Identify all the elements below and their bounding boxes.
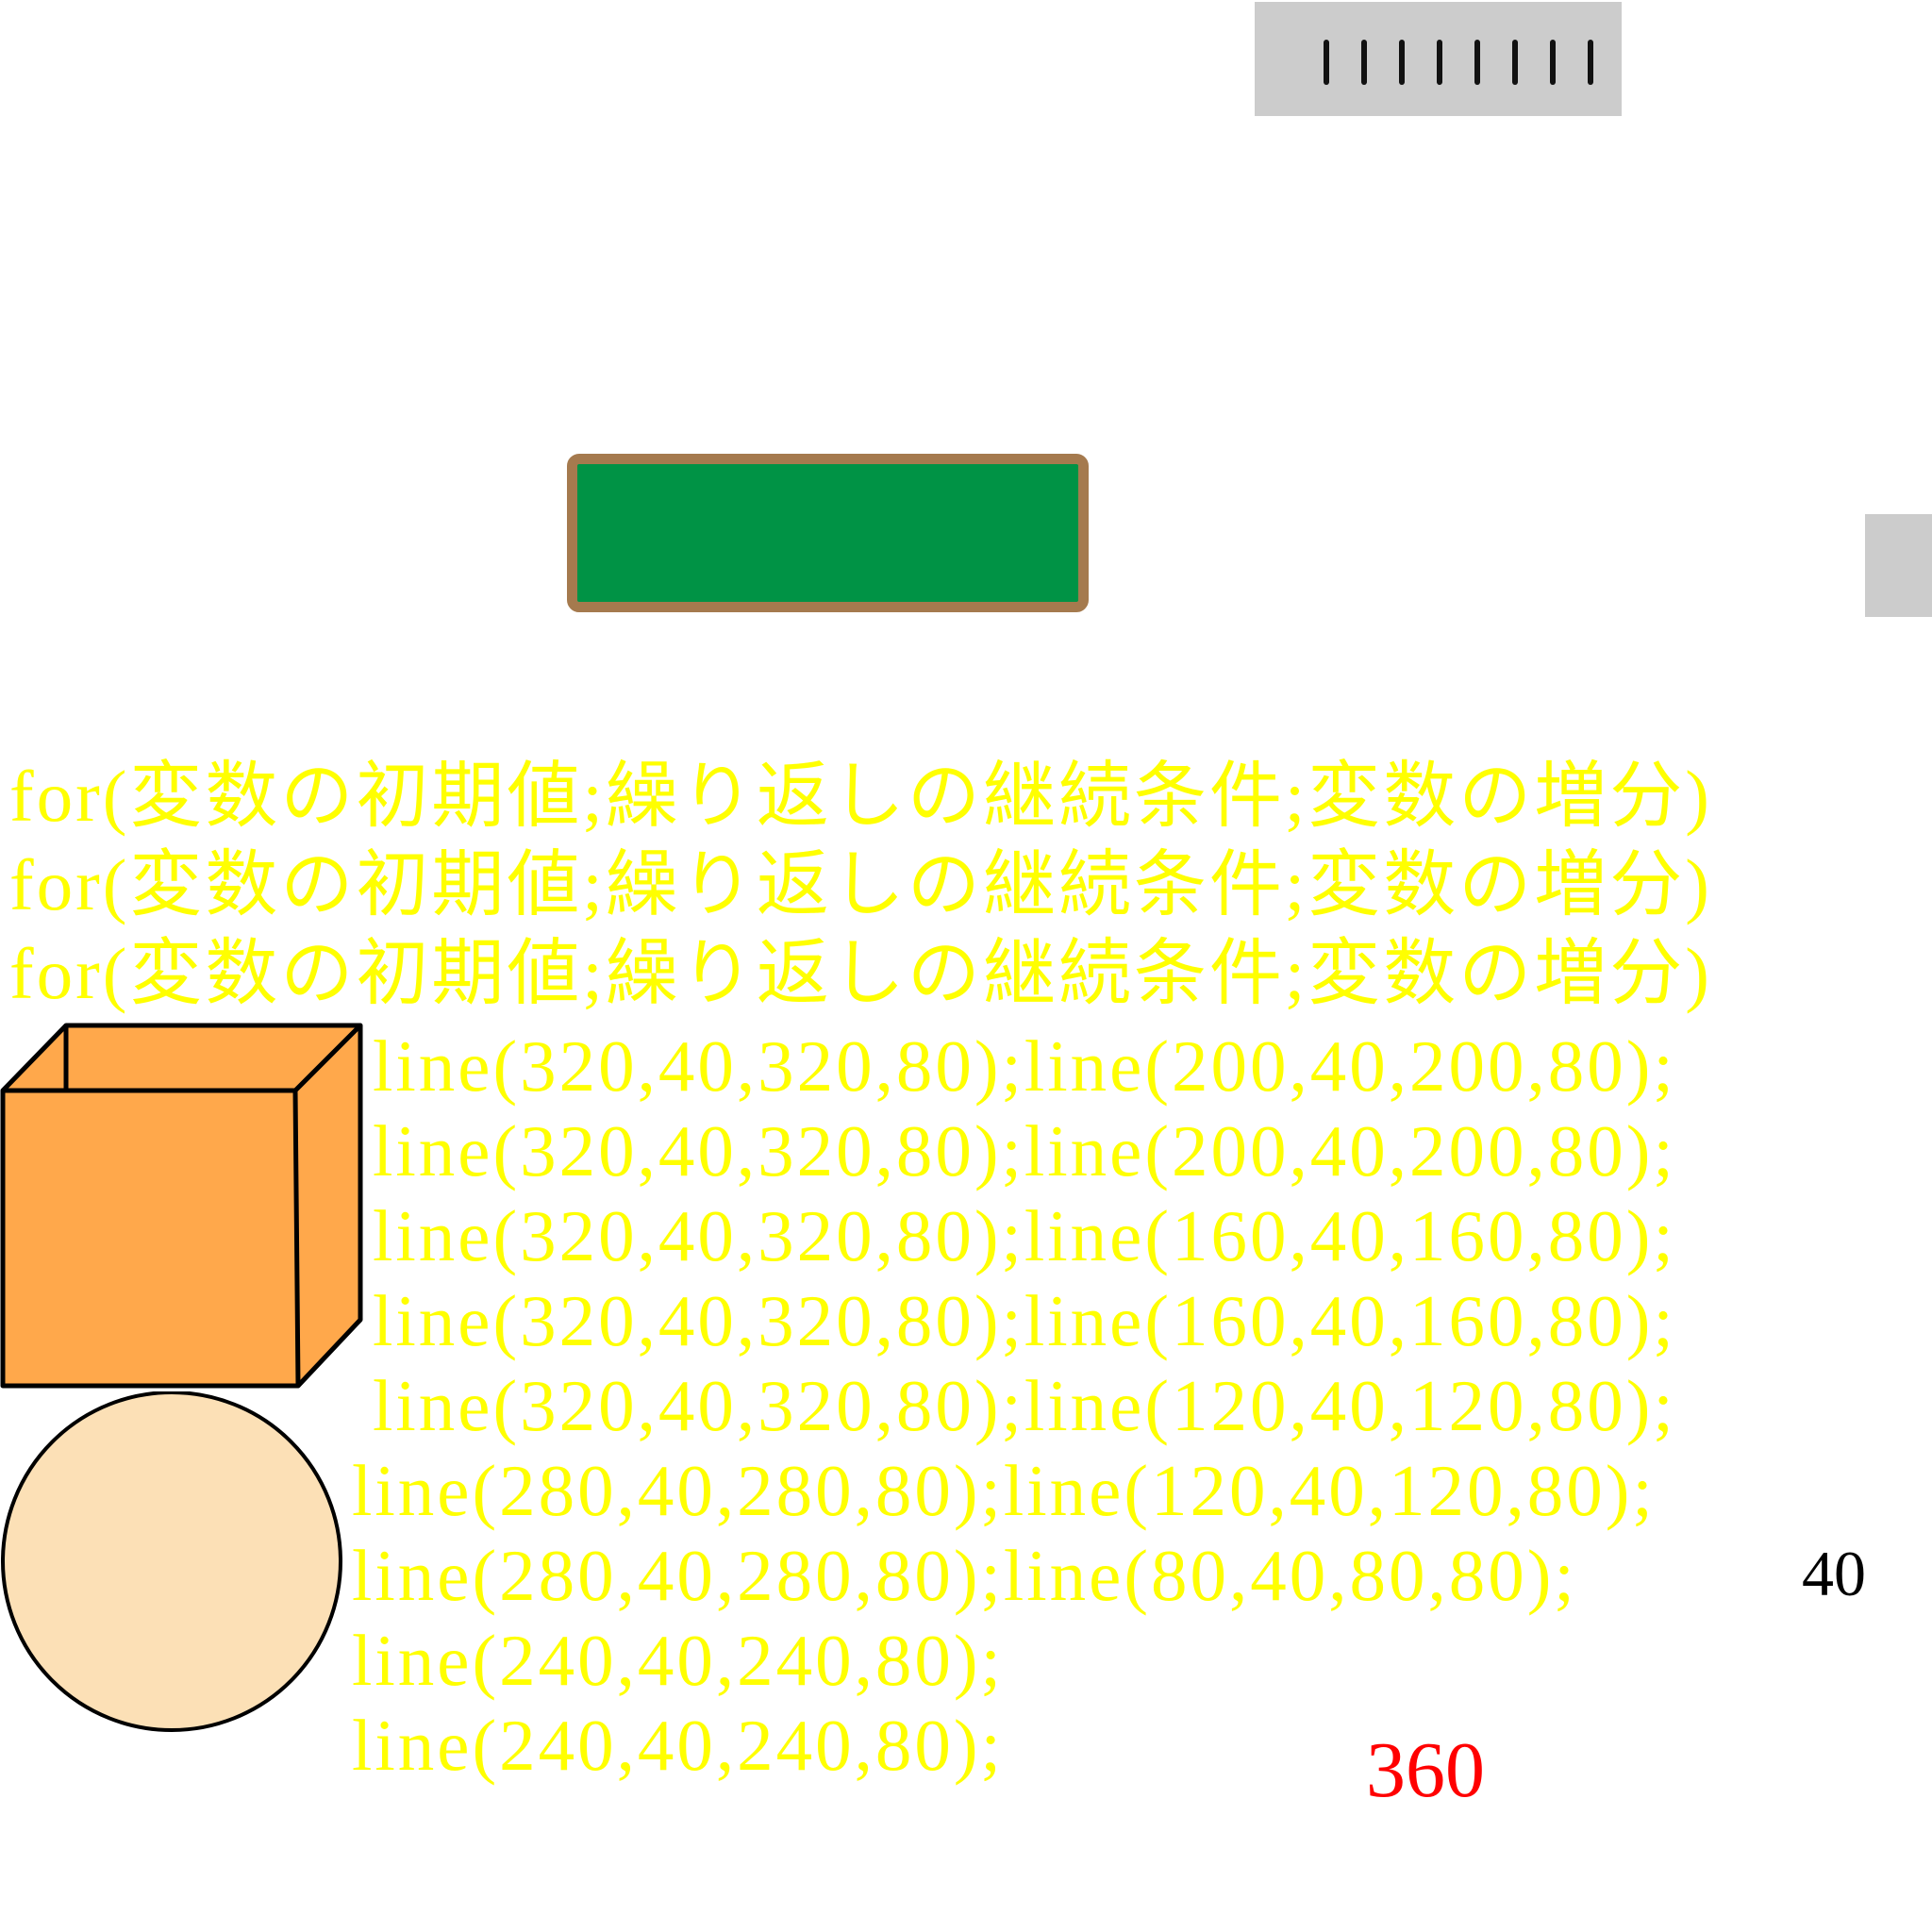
for-loop-line-3: for(変数の初期値;繰り返しの継続条件;変数の増分) (9, 933, 1712, 1014)
tick-mark (1588, 40, 1593, 85)
code-line-2: line(320,40,320,80);line(200,40,200,80); (373, 1110, 1676, 1191)
code-line-7: line(280,40,280,80);line(80,40,80,80); (352, 1535, 1577, 1616)
code-line-4: line(320,40,320,80);line(160,40,160,80); (373, 1280, 1676, 1361)
beige-circle[interactable] (0, 1391, 349, 1740)
code-line-9: line(240,40,240,80); (352, 1705, 1004, 1786)
red-number-label: 360 (1366, 1726, 1485, 1814)
black-number-label: 40 (1802, 1538, 1866, 1609)
code-line-3: line(320,40,320,80);line(160,40,160,80); (373, 1195, 1676, 1276)
code-line-1: line(320,40,320,80);line(200,40,200,80); (373, 1025, 1676, 1107)
tick-marks-box (1255, 2, 1622, 116)
for-loop-line-1: for(変数の初期値;繰り返しの継続条件;変数の増分) (9, 756, 1712, 837)
code-line-5: line(320,40,320,80);line(120,40,120,80); (373, 1365, 1676, 1446)
tick-mark (1550, 40, 1556, 85)
tick-mark (1474, 40, 1480, 85)
tick-mark (1399, 40, 1405, 85)
code-line-6: line(280,40,280,80);line(120,40,120,80); (352, 1450, 1656, 1531)
tick-mark (1324, 40, 1329, 85)
code-line-8: line(240,40,240,80); (352, 1620, 1004, 1701)
green-rectangle[interactable] (567, 454, 1089, 612)
tick-mark (1361, 40, 1367, 85)
tick-mark (1512, 40, 1518, 85)
tick-mark (1437, 40, 1442, 85)
orange-cube[interactable] (0, 1023, 368, 1391)
for-loop-line-2: for(変数の初期値;繰り返しの継続条件;変数の増分) (9, 844, 1712, 925)
gray-side-tab[interactable] (1865, 514, 1932, 617)
